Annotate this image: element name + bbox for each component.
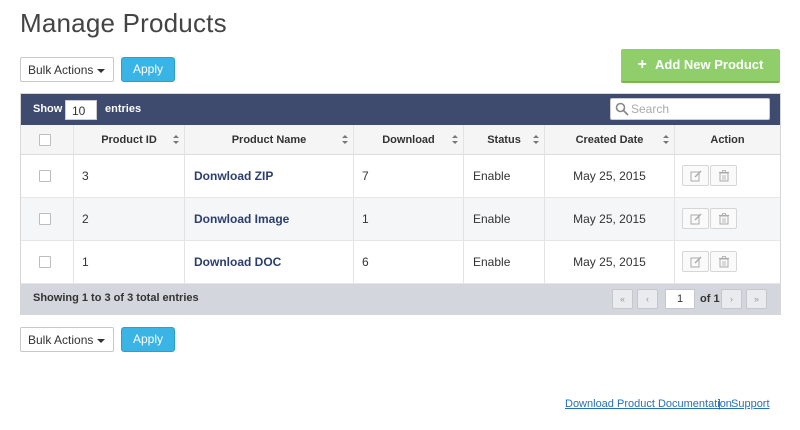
last-page-button[interactable]: »	[746, 289, 767, 309]
download-count: 6	[354, 241, 464, 283]
support-link[interactable]: Support	[731, 398, 770, 410]
entries-per-page-input[interactable]: 10	[65, 100, 97, 120]
created-date: May 25, 2015	[545, 198, 675, 240]
prev-page-button[interactable]: ‹	[637, 289, 658, 309]
first-page-button[interactable]: «	[612, 289, 633, 309]
bulk-actions-label: Bulk Actions	[28, 63, 94, 77]
col-header-label: Product Name	[231, 134, 307, 146]
add-new-product-label: Add New Product	[655, 57, 764, 72]
status-text: Enable	[464, 241, 545, 283]
col-header-product-name[interactable]: Product Name	[185, 125, 354, 154]
created-date: May 25, 2015	[545, 155, 675, 197]
entries-info: Showing 1 to 3 of 3 total entries	[33, 292, 199, 304]
edit-icon	[690, 170, 702, 182]
edit-icon	[690, 213, 702, 225]
products-table: Show 10 entries Product ID Product Name	[20, 93, 781, 315]
table-footer: Showing 1 to 3 of 3 total entries « ‹ 1 …	[21, 284, 780, 314]
sort-icon	[452, 135, 459, 145]
created-date: May 25, 2015	[545, 241, 675, 283]
action-cell	[675, 241, 780, 283]
double-chevron-right-icon: »	[753, 294, 759, 304]
edit-button[interactable]	[682, 165, 709, 186]
sort-icon	[663, 135, 670, 145]
row-select-cell	[21, 241, 74, 283]
col-header-label: Action	[710, 134, 745, 146]
sort-icon	[342, 135, 349, 145]
table-toolbar: Show 10 entries	[21, 94, 780, 125]
col-header-label: Download	[382, 134, 435, 146]
page-count-label: of 1	[700, 293, 720, 305]
download-count: 1	[354, 198, 464, 240]
status-text: Enable	[464, 155, 545, 197]
delete-button[interactable]	[710, 251, 737, 272]
col-header-status[interactable]: Status	[464, 125, 545, 154]
row-select-cell	[21, 155, 74, 197]
product-id: 3	[74, 155, 185, 197]
table-header-row: Product ID Product Name Download Status …	[21, 125, 780, 155]
product-name-link[interactable]: Donwload ZIP	[185, 155, 354, 197]
action-cell	[675, 198, 780, 240]
delete-button[interactable]	[710, 208, 737, 229]
show-label: Show	[33, 103, 63, 115]
search-box[interactable]	[610, 98, 770, 120]
chevron-left-icon: ‹	[646, 294, 649, 304]
sort-icon	[173, 135, 180, 145]
edit-icon	[690, 256, 702, 268]
entries-label: entries	[105, 103, 142, 115]
sort-icon	[533, 135, 540, 145]
col-header-label: Created Date	[575, 134, 644, 146]
select-all-checkbox[interactable]	[39, 134, 51, 146]
trash-icon	[719, 170, 729, 182]
col-header-download[interactable]: Download	[354, 125, 464, 154]
delete-button[interactable]	[710, 165, 737, 186]
link-separator: |	[718, 398, 721, 410]
add-new-product-button[interactable]: + Add New Product	[621, 49, 780, 83]
col-header-product-id[interactable]: Product ID	[74, 125, 185, 154]
row-checkbox[interactable]	[39, 256, 51, 268]
search-icon	[615, 102, 629, 116]
download-count: 7	[354, 155, 464, 197]
col-header-action: Action	[675, 125, 780, 154]
product-id: 2	[74, 198, 185, 240]
edit-button[interactable]	[682, 251, 709, 272]
table-row: 3 Donwload ZIP 7 Enable May 25, 2015	[21, 155, 780, 198]
plus-icon: +	[637, 56, 647, 73]
chevron-down-icon	[97, 339, 105, 343]
apply-button-top[interactable]: Apply	[121, 57, 175, 82]
action-cell	[675, 155, 780, 197]
double-chevron-left-icon: «	[619, 294, 625, 304]
status-text: Enable	[464, 198, 545, 240]
product-name-link[interactable]: Donwload Image	[185, 198, 354, 240]
row-checkbox[interactable]	[39, 170, 51, 182]
trash-icon	[719, 256, 729, 268]
bulk-actions-select-top[interactable]: Bulk Actions	[20, 57, 114, 82]
page-number-input[interactable]: 1	[665, 289, 695, 309]
col-header-label: Product ID	[101, 134, 157, 146]
trash-icon	[719, 213, 729, 225]
bulk-actions-select-bottom[interactable]: Bulk Actions	[20, 327, 114, 352]
apply-button-bottom[interactable]: Apply	[121, 327, 175, 352]
edit-button[interactable]	[682, 208, 709, 229]
select-all-cell	[21, 125, 74, 154]
col-header-label: Status	[487, 134, 521, 146]
row-select-cell	[21, 198, 74, 240]
table-row: 1 Download DOC 6 Enable May 25, 2015	[21, 241, 780, 284]
chevron-right-icon: ›	[730, 294, 733, 304]
row-checkbox[interactable]	[39, 213, 51, 225]
documentation-link[interactable]: Download Product Documentation	[565, 398, 732, 410]
col-header-created-date[interactable]: Created Date	[545, 125, 675, 154]
next-page-button[interactable]: ›	[721, 289, 742, 309]
chevron-down-icon	[97, 69, 105, 73]
table-row: 2 Donwload Image 1 Enable May 25, 2015	[21, 198, 780, 241]
page-title: Manage Products	[20, 8, 227, 38]
product-name-link[interactable]: Download DOC	[185, 241, 354, 283]
search-input[interactable]	[631, 101, 766, 117]
bulk-actions-label: Bulk Actions	[28, 333, 94, 347]
product-id: 1	[74, 241, 185, 283]
